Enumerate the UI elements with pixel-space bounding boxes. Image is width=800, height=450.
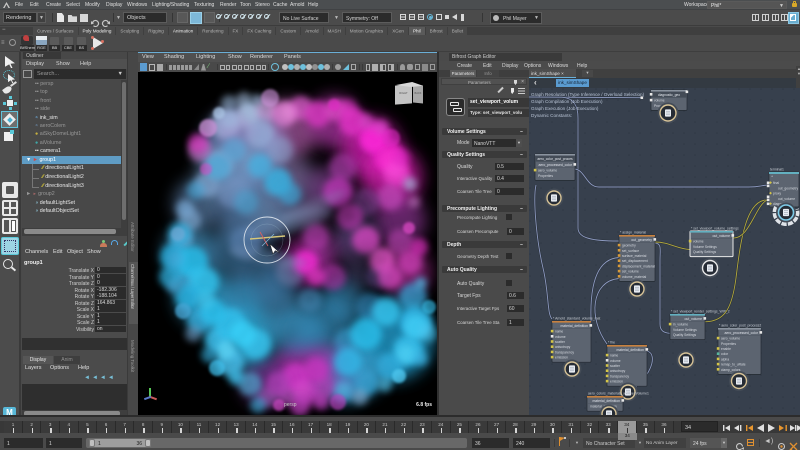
svg-text:* fire: * fire — [608, 341, 615, 345]
svg-text:final: final — [773, 181, 779, 185]
svg-text:material_definition: material_definition — [560, 324, 588, 328]
svg-text:material_definition: material_definition — [592, 399, 620, 403]
svg-text:Quality Settings: Quality Settings — [693, 250, 716, 254]
svg-text:remap_to_uRate: remap_to_uRate — [721, 363, 746, 367]
svg-text:Graph Resolution (Type Inferen: Graph Resolution (Type Inference / Overl… — [531, 92, 645, 97]
svg-text:* assign_material: * assign_material — [620, 231, 646, 235]
svg-text:out_volume: out_volume — [778, 197, 795, 201]
svg-text:out_geometry: out_geometry — [778, 187, 799, 191]
svg-text:set_surface: set_surface — [622, 249, 639, 253]
svg-text:name: name — [610, 354, 618, 358]
svg-text:name: name — [555, 330, 563, 334]
svg-text:Volume Settings: Volume Settings — [673, 328, 697, 332]
svg-text:aero_processed_color: aero_processed_color — [724, 331, 758, 335]
svg-text:Volume Settings: Volume Settings — [693, 245, 717, 249]
svg-text:aero_volume: aero_volume — [538, 169, 557, 173]
svg-text:Quality Settings: Quality Settings — [673, 333, 696, 337]
svg-text:aero_color_post_proces: aero_color_post_proces — [537, 157, 573, 161]
svg-text:anisotropy: anisotropy — [555, 345, 571, 349]
svg-text:in_volume: in_volume — [673, 323, 688, 327]
svg-text:anisotropy: anisotropy — [610, 369, 626, 373]
svg-text:volume: volume — [555, 335, 566, 339]
svg-text:proxy: proxy — [773, 192, 781, 196]
svg-text:enable: enable — [721, 347, 731, 351]
svg-text:geometry: geometry — [622, 244, 636, 248]
svg-text:* set_viewport_volume_settings: * set_viewport_volume_settings — [691, 227, 739, 231]
svg-text:Properties: Properties — [721, 342, 736, 346]
svg-text:diagnostic_geo: diagnostic_geo — [658, 93, 680, 97]
svg-text:transparency: transparency — [610, 374, 629, 378]
svg-text:* aero_color_post_process2: * aero_color_post_process2 — [719, 324, 761, 328]
svg-text:* Arnold_standard_volume_mat: * Arnold_standard_volume_mat — [553, 317, 600, 321]
svg-text:scatter: scatter — [555, 340, 566, 344]
svg-text:aero_volume: aero_volume — [721, 337, 740, 341]
svg-text:alpha: alpha — [721, 357, 729, 361]
svg-text:set_volume: set_volume — [622, 270, 639, 274]
svg-text:set_displacement: set_displacement — [622, 259, 648, 263]
svg-text:* set_viewport_render_settings: * set_viewport_render_settings_WIP_2 — [671, 310, 730, 314]
svg-text:aero_colors_materials_aSignedV: aero_colors_materials_aSignedVolume1 — [588, 392, 649, 396]
svg-text:scatter: scatter — [610, 364, 621, 368]
svg-text:Graph Compilation (Job Executi: Graph Compilation (Job Execution) — [531, 99, 603, 104]
svg-text:volume: volume — [610, 359, 621, 363]
svg-text:Properties: Properties — [538, 174, 553, 178]
svg-text:surface_material: surface_material — [622, 254, 647, 258]
svg-text:material_definition: material_definition — [616, 348, 644, 352]
svg-text:terminal1: terminal1 — [770, 168, 784, 172]
svg-text:+: + — [771, 175, 773, 179]
svg-text:Graph Execution (Job Execution: Graph Execution (Job Execution) — [531, 106, 599, 111]
svg-text:emission: emission — [555, 356, 568, 360]
svg-text:displacement_material: displacement_material — [622, 264, 655, 268]
svg-text:transparency: transparency — [555, 350, 574, 354]
svg-text:volume_material: volume_material — [622, 275, 646, 279]
svg-text:volume: volume — [693, 240, 704, 244]
svg-text:out_volume: out_volume — [712, 234, 730, 238]
svg-text:color: color — [721, 352, 729, 356]
svg-text:Dynamic Constants:: Dynamic Constants: — [531, 113, 572, 118]
svg-text:aero_processed_color: aero_processed_color — [538, 163, 572, 167]
svg-text:out_geometry: out_geometry — [631, 238, 652, 242]
svg-text:volume: volume — [654, 99, 665, 103]
svg-text:emission: emission — [610, 380, 623, 384]
svg-text:out_volume: out_volume — [684, 317, 702, 321]
